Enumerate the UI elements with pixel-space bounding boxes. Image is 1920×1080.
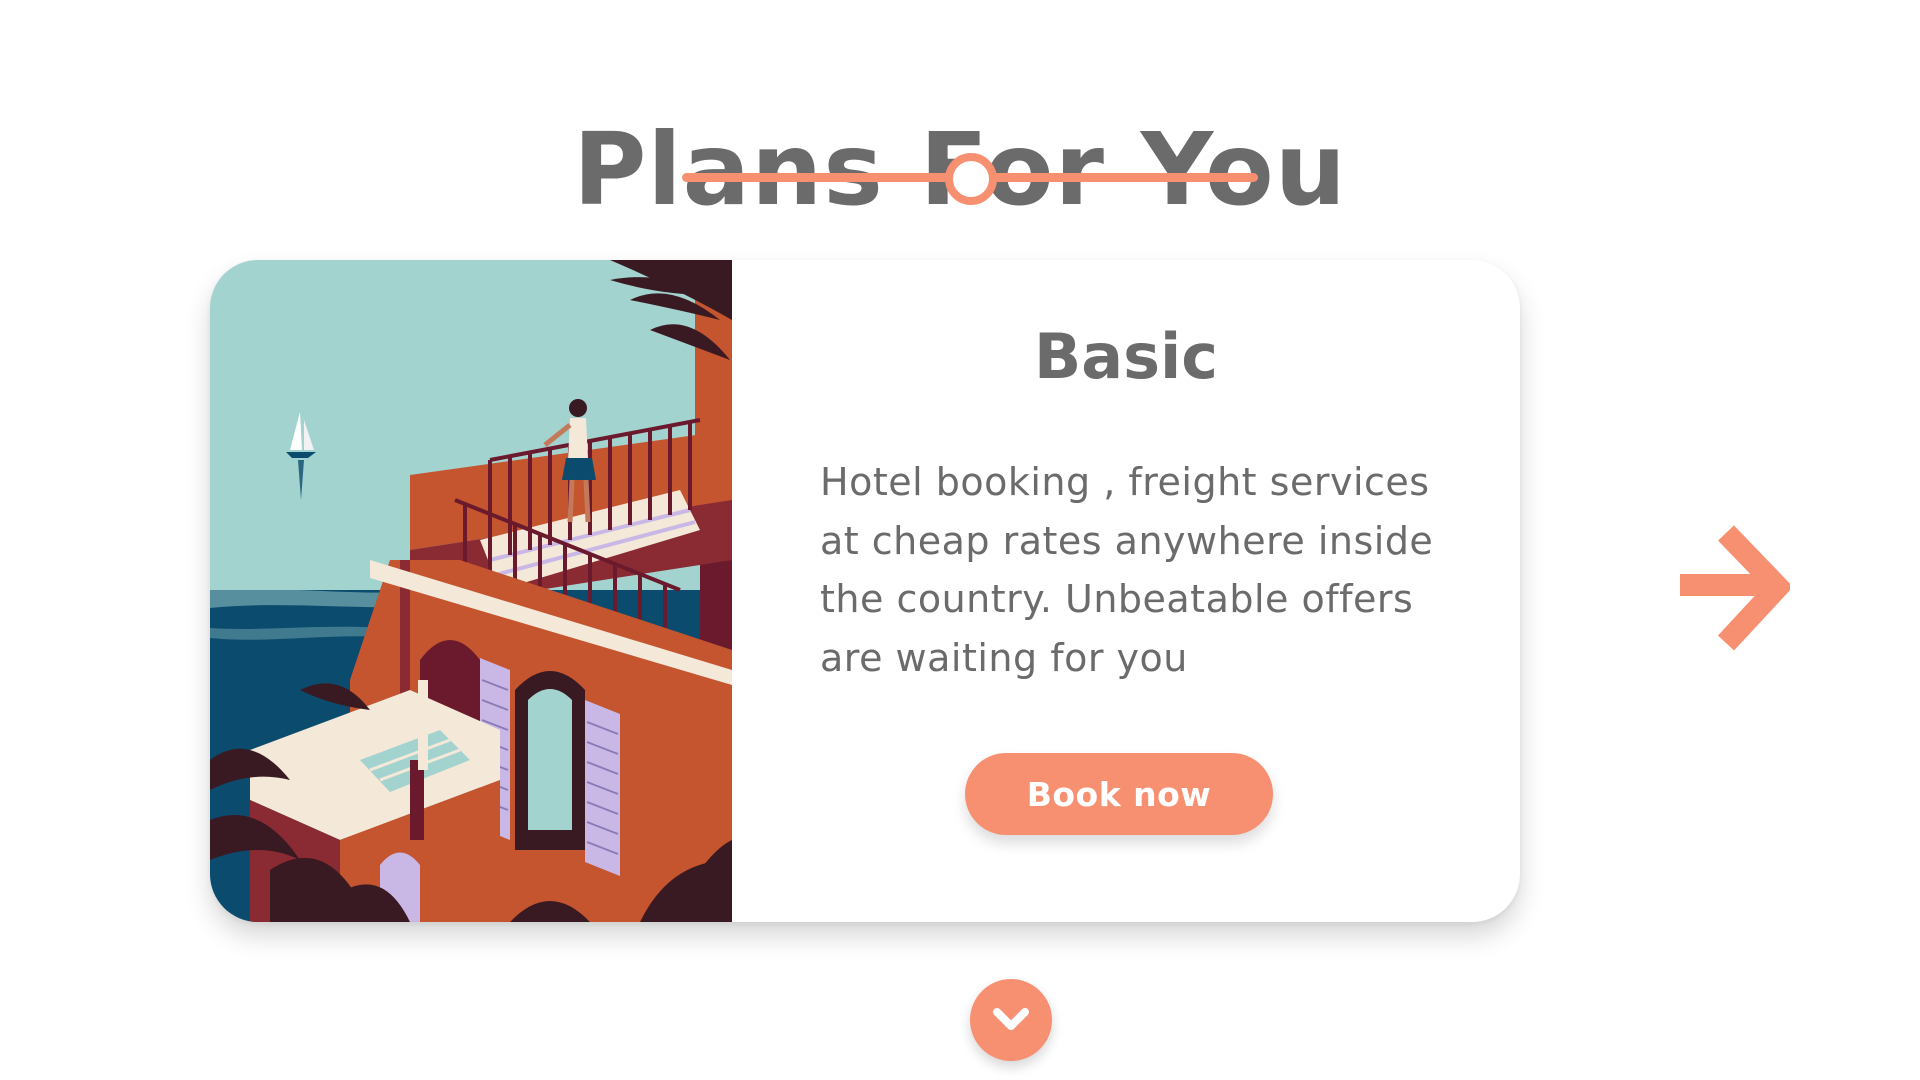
chevron-down-icon xyxy=(993,1008,1029,1030)
scroll-down-button[interactable] xyxy=(970,979,1052,1061)
plan-description: Hotel booking , freight services at chea… xyxy=(820,460,1434,680)
plan-title: Basic xyxy=(1033,320,1218,393)
book-now-button[interactable]: Book now xyxy=(965,753,1273,835)
arrow-right-icon xyxy=(1680,525,1790,651)
plan-card: Basic Hotel booking , freight services a… xyxy=(210,260,1520,922)
divider-dot xyxy=(945,153,997,205)
plan-content: Basic Hotel booking , freight services a… xyxy=(732,260,1520,922)
next-plan-button[interactable] xyxy=(1670,525,1790,655)
hotel-balcony-illustration-icon xyxy=(210,260,732,922)
title-divider xyxy=(682,152,1258,205)
plan-image xyxy=(210,260,732,922)
